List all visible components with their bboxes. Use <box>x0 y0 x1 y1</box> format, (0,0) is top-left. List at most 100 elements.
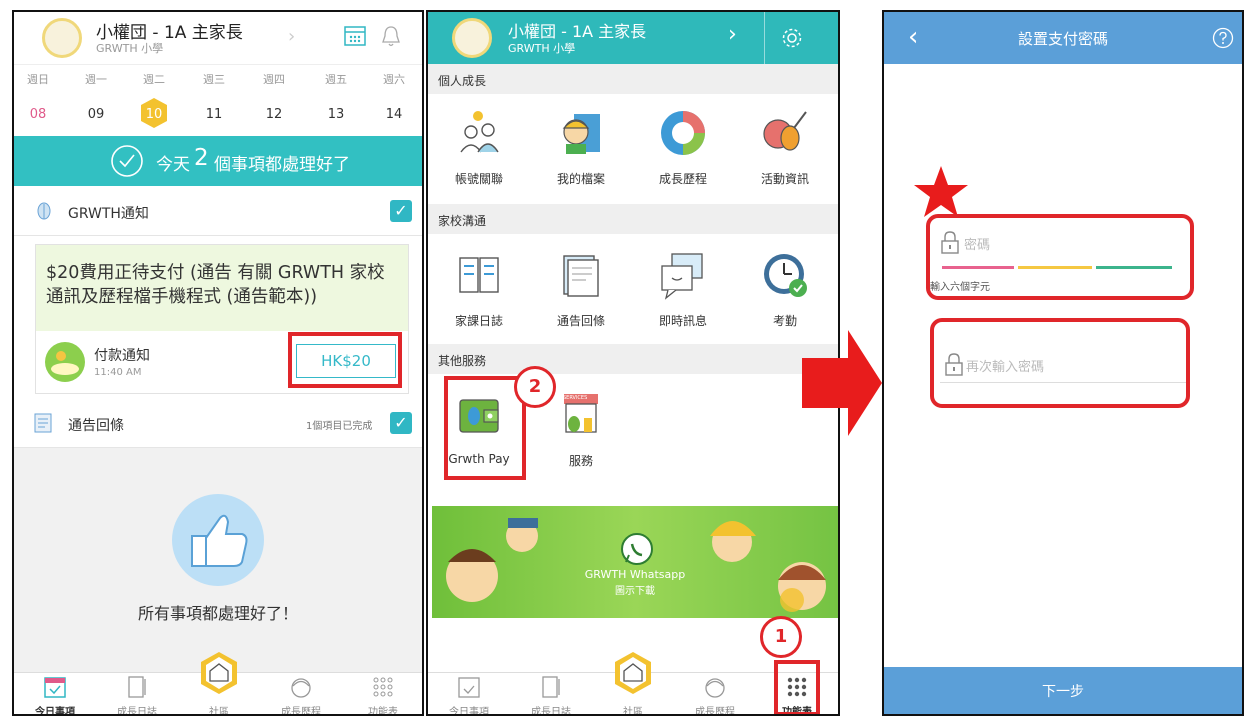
item-label: 考勤 <box>772 314 797 328</box>
school-name: GRWTH 小學 <box>508 42 576 55</box>
gear-icon[interactable] <box>780 26 804 50</box>
tab-menu[interactable]: 功能表 <box>342 673 422 716</box>
banner-prefix: 今天 <box>156 155 190 175</box>
item-my-profile[interactable]: 我的檔案 <box>530 108 632 196</box>
tab-growth[interactable]: 成長歷程 <box>260 673 342 716</box>
thumbs-up-icon <box>172 494 264 586</box>
clock-icon <box>764 254 807 297</box>
top-header: 小權団 - 1A 主家長 GRWTH 小學 › <box>14 12 422 64</box>
day-number-today[interactable]: 10 <box>134 107 174 122</box>
item-account-link[interactable]: 帳號關聯 <box>428 108 530 196</box>
checkbox-icon[interactable]: ✓ <box>390 412 412 434</box>
child-face-icon <box>291 678 311 698</box>
promo-line1: GRWTH Whatsapp <box>584 568 686 581</box>
banner-count: 2 <box>194 145 209 171</box>
day-name: 週二 <box>143 73 165 86</box>
item-label: 帳號關聯 <box>454 172 503 186</box>
reply-status: 1個項目已完成 <box>306 421 373 432</box>
growth-history-icon <box>661 111 705 155</box>
top-header: 小權団 - 1A 主家長 GRWTH 小學 › <box>428 12 838 64</box>
item-instant-message[interactable]: 即時訊息 <box>632 250 734 338</box>
calendar-check-icon <box>44 677 66 698</box>
next-button[interactable]: 下一步 <box>884 667 1242 714</box>
top-header: ‹ 設置支付密碼 <box>884 12 1242 64</box>
my-profile-icon <box>562 114 600 154</box>
grwth-notify-header[interactable]: GRWTH通知 ✓ <box>14 186 422 236</box>
reply-header[interactable]: 通告回條 1個項目已完成 ✓ <box>14 398 422 448</box>
header-divider <box>764 12 765 64</box>
tab-bar: 今日事項 成長日誌 社區 成長歷程 功能表 <box>14 652 422 716</box>
item-label: 成長歷程 <box>658 172 707 186</box>
help-icon[interactable] <box>1212 27 1234 49</box>
tab-label: 今日事項 <box>35 707 75 716</box>
day-number[interactable]: 11 <box>194 107 234 122</box>
calendar-icon[interactable] <box>344 24 366 46</box>
chat-icon <box>661 253 703 300</box>
day-name: 週四 <box>263 73 285 86</box>
highlight-menu-tab <box>774 660 820 714</box>
community-icon <box>615 652 651 694</box>
day-number[interactable]: 12 <box>254 107 294 122</box>
arrow-right-icon <box>802 330 882 436</box>
payment-avatar <box>45 342 85 382</box>
item-label: 即時訊息 <box>658 314 707 328</box>
tab-today[interactable]: 今日事項 <box>428 673 510 714</box>
tab-label: 社區 <box>623 707 643 716</box>
chevron-right-icon[interactable]: › <box>728 22 737 47</box>
day-number[interactable]: 13 <box>316 107 356 122</box>
star-icon <box>914 166 968 217</box>
chevron-right-icon[interactable]: › <box>288 26 295 47</box>
tab-label: 成長歷程 <box>281 707 321 716</box>
item-attendance[interactable]: 考勤 <box>734 250 836 338</box>
day-name: 週三 <box>203 73 225 86</box>
avatar[interactable] <box>42 18 82 58</box>
payment-time: 11:40 AM <box>94 367 142 378</box>
day-name: 週五 <box>325 73 347 86</box>
item-notice-reply[interactable]: 通告回條 <box>530 250 632 338</box>
page-title: 設置支付密碼 <box>1017 30 1108 48</box>
avatar[interactable] <box>452 18 492 58</box>
homework-diary-icon <box>459 257 499 293</box>
menu-panel: 小權団 - 1A 主家長 GRWTH 小學 › 個人成長 帳號關聯 我的檔案 成… <box>426 10 840 716</box>
empty-state: 所有事項都處理好了！ <box>14 448 422 672</box>
item-label: 我的檔案 <box>556 172 605 186</box>
bell-icon[interactable] <box>380 24 402 48</box>
checkbox-icon[interactable]: ✓ <box>390 200 412 222</box>
item-label: 服務 <box>568 454 593 468</box>
community-icon <box>201 652 237 694</box>
highlight-password <box>926 214 1194 300</box>
day-number[interactable]: 14 <box>374 107 414 122</box>
tab-label: 功能表 <box>368 707 398 716</box>
document-icon <box>34 413 52 433</box>
day-number[interactable]: 08 <box>18 107 58 122</box>
status-banner: 今天 2 個事項都處理好了 <box>14 136 422 186</box>
notice-text: $20費用正待支付 (通告 有關 GRWTH 家校通訊及歷程檔手機程式 (通告範… <box>36 245 408 331</box>
services-sign: SERVICES <box>563 395 588 401</box>
day-name: 週一 <box>85 73 107 86</box>
item-activities[interactable]: 活動資訊 <box>734 108 836 196</box>
notebook-icon <box>128 676 146 698</box>
tab-label: 社區 <box>209 707 229 716</box>
check-circle-icon <box>111 145 143 177</box>
highlight-pay-button <box>288 332 402 388</box>
item-growth-history[interactable]: 成長歷程 <box>632 108 734 196</box>
tab-community[interactable]: 社區 <box>178 652 260 716</box>
step-1-marker: 1 <box>760 616 802 658</box>
tab-growth[interactable]: 成長歷程 <box>674 673 756 714</box>
whatsapp-promo-banner[interactable]: GRWTH Whatsapp 圖示下載 <box>432 506 838 618</box>
step-2-marker: 2 <box>514 366 556 408</box>
item-homework[interactable]: 家課日誌 <box>428 250 530 338</box>
tab-community[interactable]: 社區 <box>592 652 674 716</box>
notice-reply-icon <box>563 255 599 297</box>
day-number[interactable]: 09 <box>76 107 116 122</box>
user-title: 小權団 - 1A 主家長 <box>508 22 647 41</box>
group-other: 其他服務 <box>428 344 838 374</box>
banner-suffix: 個事項都處理好了 <box>214 155 350 175</box>
all-done-text: 所有事項都處理好了！ <box>137 604 298 623</box>
tab-today[interactable]: 今日事項 <box>14 673 96 716</box>
set-password-panel: ‹ 設置支付密碼 密碼 輸入六個字元 再次輸入密碼 下一步 <box>882 10 1244 716</box>
tab-diary[interactable]: 成長日誌 <box>96 673 178 714</box>
tab-diary[interactable]: 成長日誌 <box>510 673 592 714</box>
whatsapp-icon <box>621 533 653 565</box>
highlight-confirm <box>930 318 1190 408</box>
